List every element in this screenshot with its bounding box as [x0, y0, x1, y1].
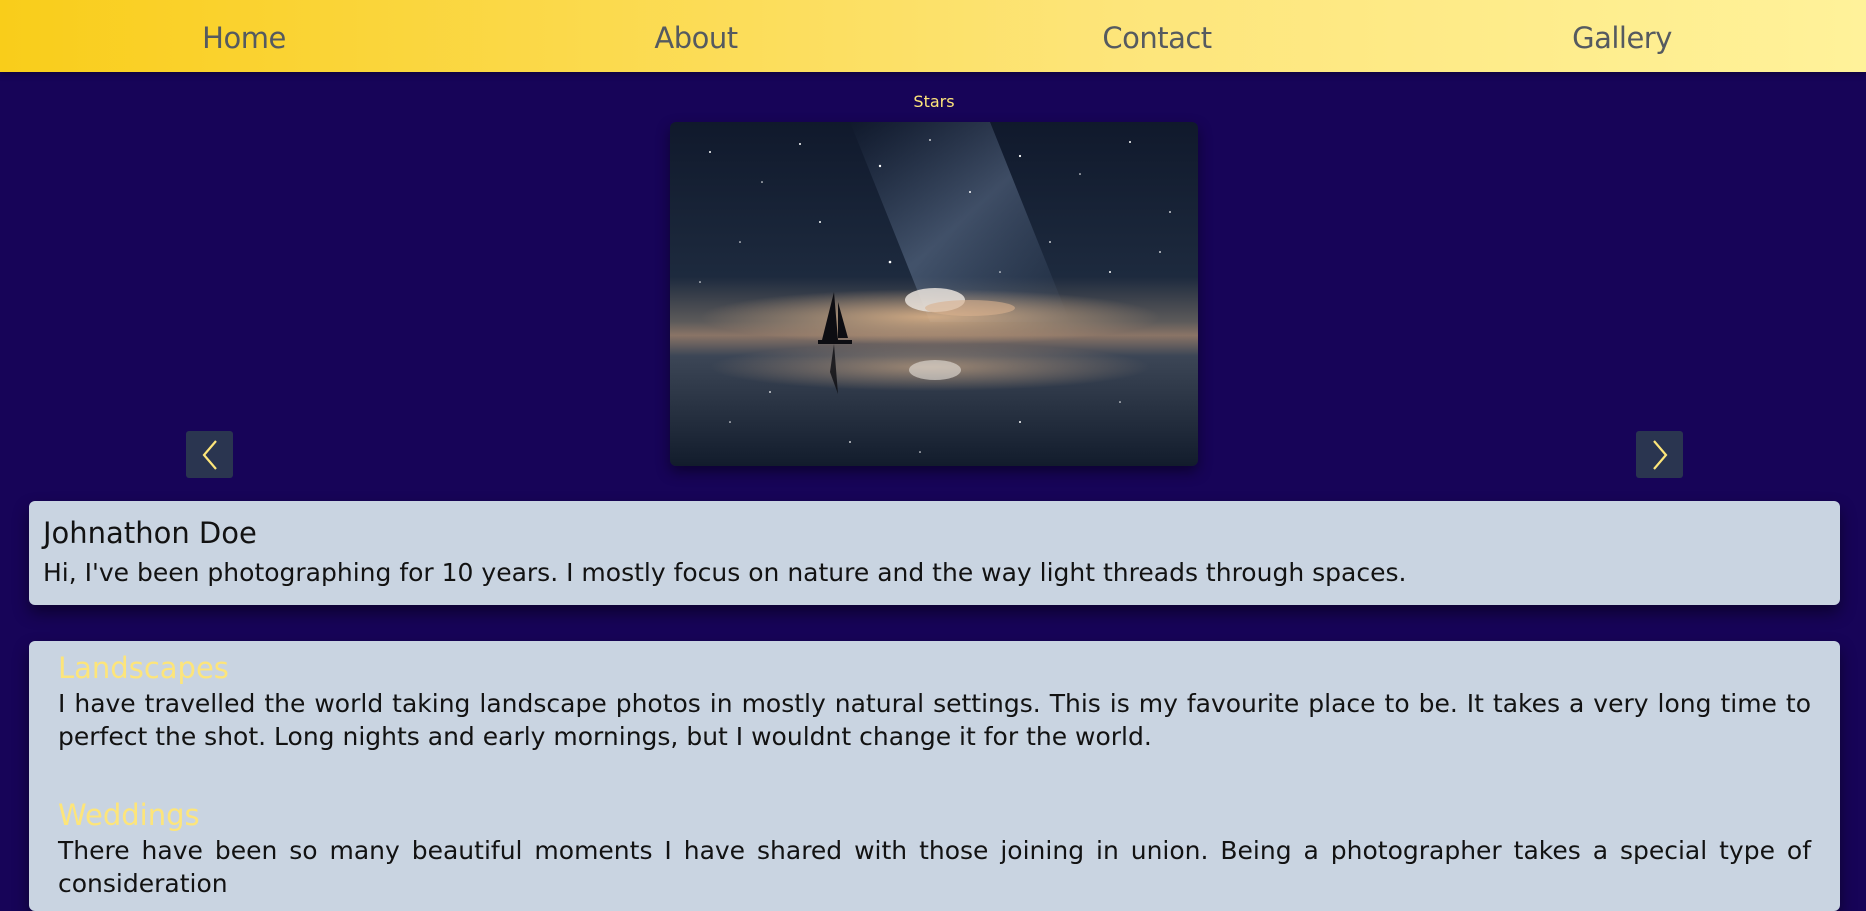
chevron-left-icon: [202, 439, 217, 470]
bio-card: Johnathon Doe Hi, I've been photographin…: [29, 501, 1840, 605]
services-card: Landscapes I have travelled the world ta…: [29, 641, 1840, 911]
nav-home-link[interactable]: Home: [202, 0, 286, 72]
carousel-next-button[interactable]: [1636, 431, 1683, 478]
chevron-right-icon: [1652, 439, 1667, 470]
bio-text: Hi, I've been photographing for 10 years…: [43, 558, 1407, 587]
carousel-image: [670, 122, 1198, 466]
carousel-caption: Stars: [913, 92, 955, 111]
service-title: Landscapes: [58, 651, 229, 685]
service-landscapes: Landscapes I have travelled the world ta…: [58, 649, 1811, 753]
bio-name: Johnathon Doe: [43, 516, 257, 550]
service-weddings: Weddings There have been so many beautif…: [58, 796, 1811, 900]
service-text: I have travelled the world taking landsc…: [58, 689, 1811, 751]
night-sky-sailboat-photo: [670, 122, 1198, 466]
service-text: There have been so many beautiful moment…: [58, 836, 1811, 898]
nav-about-link[interactable]: About: [654, 0, 738, 72]
service-title: Weddings: [58, 798, 200, 832]
nav-contact-link[interactable]: Contact: [1102, 0, 1212, 72]
top-navbar: Home About Contact Gallery: [0, 0, 1866, 72]
nav-gallery-link[interactable]: Gallery: [1572, 0, 1672, 72]
carousel-prev-button[interactable]: [186, 431, 233, 478]
